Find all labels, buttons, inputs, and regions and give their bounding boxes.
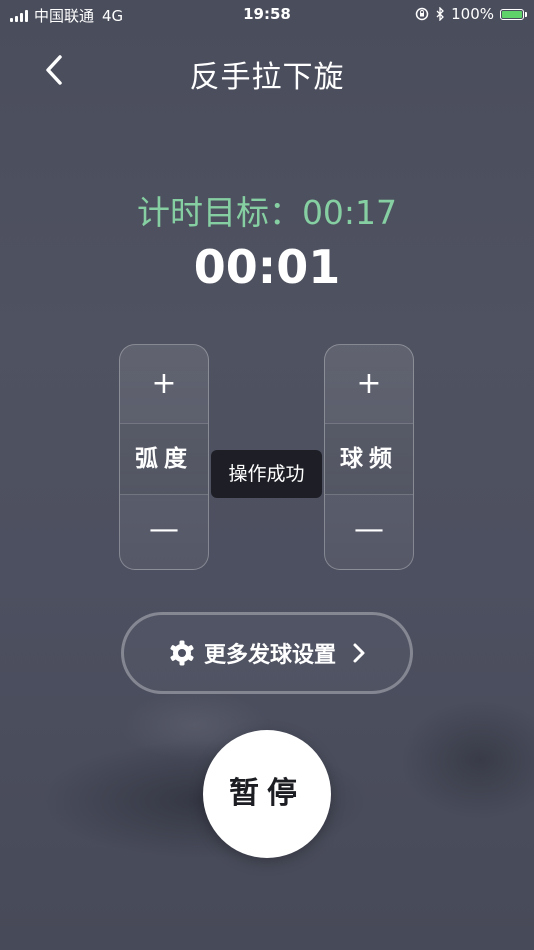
- arc-decrease-button[interactable]: —: [120, 493, 208, 569]
- background-decoration: [400, 700, 534, 820]
- frequency-control: + 球频 —: [324, 344, 414, 570]
- arc-control: + 弧度 —: [119, 344, 209, 570]
- gear-icon: [170, 640, 194, 666]
- battery-icon: [500, 8, 527, 20]
- timer-elapsed: 00:01: [193, 240, 341, 294]
- more-settings-button[interactable]: 更多发球设置: [121, 612, 413, 694]
- timer-target: 计时目标：00:17: [136, 193, 398, 232]
- frequency-increase-button[interactable]: +: [325, 345, 413, 423]
- pause-button[interactable]: 暂停: [203, 730, 331, 858]
- arc-increase-button[interactable]: +: [120, 345, 208, 423]
- more-settings-label: 更多发球设置: [203, 643, 336, 668]
- orientation-lock-icon: [415, 7, 429, 21]
- page-title: 反手拉下旋: [189, 60, 345, 95]
- frequency-label: 球频: [325, 423, 413, 495]
- toast-message: 操作成功: [211, 450, 322, 498]
- arc-label: 弧度: [120, 423, 208, 495]
- chevron-right-icon: [353, 643, 365, 663]
- bluetooth-icon: [436, 7, 445, 21]
- battery-percent: 100%: [451, 5, 494, 23]
- frequency-decrease-button[interactable]: —: [325, 493, 413, 569]
- status-bar: 中国联通 4G 19:58 100%: [0, 0, 534, 28]
